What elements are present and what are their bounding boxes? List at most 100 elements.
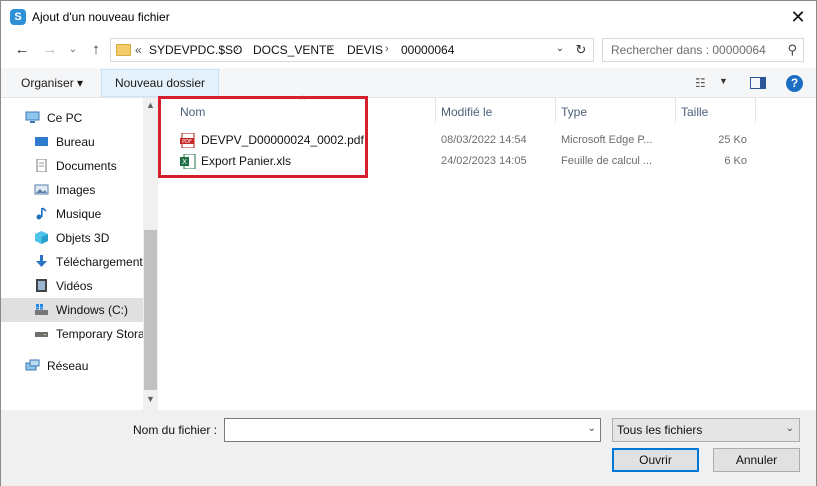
navigation-pane: Ce PC Bureau Documents Images Musique Ob… (1, 98, 158, 410)
title-bar: S Ajout d'un nouveau fichier ✕ (1, 1, 816, 33)
file-name: DEVPV_D00000024_0002.pdf (201, 133, 364, 147)
back-arrow-icon[interactable]: ← (13, 41, 31, 59)
breadcrumb-separator[interactable]: › (329, 43, 333, 55)
scrollbar-thumb[interactable] (144, 230, 157, 390)
search-icon: ⚲ (787, 42, 797, 57)
file-list: ^ Nom Modifié le Type Taille PDF DEVPV_D… (158, 95, 816, 410)
column-header-size[interactable]: Taille (681, 105, 708, 119)
breadcrumb-sydevpdc[interactable]: SYDEVPDC.$SO (149, 43, 242, 57)
sidebar-item-images[interactable]: Images (1, 178, 143, 202)
sidebar-item-documents[interactable]: Documents (1, 154, 143, 178)
sidebar-item-label: Téléchargements (56, 255, 143, 269)
address-overflow-indicator[interactable]: « (135, 43, 142, 57)
sidebar-item-reseau[interactable]: Réseau (1, 354, 143, 378)
open-button[interactable]: Ouvrir (612, 448, 699, 472)
sidebar-item-videos[interactable]: Vidéos (1, 274, 143, 298)
breadcrumb-separator[interactable]: › (235, 43, 239, 55)
breadcrumb-separator[interactable]: › (385, 43, 389, 55)
sidebar-item-label: Images (56, 183, 96, 197)
desktop-icon (35, 137, 48, 146)
drive-c-icon (35, 304, 48, 315)
sort-ascending-icon: ^ (300, 95, 305, 106)
help-icon[interactable]: ? (786, 75, 803, 92)
navigation-pane-scrollbar[interactable]: ▲ ▼ (143, 98, 158, 410)
sidebar-item-musique[interactable]: Musique (1, 202, 143, 226)
file-row[interactable]: PDF DEVPV_D00000024_0002.pdf 08/03/2022 … (158, 130, 758, 151)
sidebar-item-label: Bureau (56, 135, 95, 149)
file-size: 6 Ko (724, 155, 747, 167)
folder-icon (116, 44, 131, 56)
file-dialog-window: S Ajout d'un nouveau fichier ✕ ← → ⌄ ↑ «… (0, 0, 817, 486)
recent-locations-chevron-icon[interactable]: ⌄ (64, 41, 82, 59)
file-name: Export Panier.xls (201, 154, 292, 168)
file-row[interactable]: X Export Panier.xls 24/02/2023 14:05 Feu… (158, 151, 758, 172)
network-icon (25, 359, 40, 371)
window-title: Ajout d'un nouveau fichier (32, 10, 170, 24)
excel-icon: X (180, 154, 196, 169)
column-header-modified[interactable]: Modifié le (441, 105, 492, 119)
column-header-type[interactable]: Type (561, 105, 587, 119)
refresh-icon[interactable]: ↻ (573, 42, 589, 58)
up-arrow-icon[interactable]: ↑ (87, 41, 105, 59)
preview-pane-icon[interactable] (750, 77, 766, 89)
videos-icon (36, 279, 47, 292)
column-divider[interactable] (755, 98, 756, 123)
sidebar-item-bureau[interactable]: Bureau (1, 130, 143, 154)
sidebar-item-label: Documents (56, 159, 117, 173)
navigation-bar: ← → ⌄ ↑ « SYDEVPDC.$SO › DOCS_VENTE › DE… (1, 35, 816, 65)
search-placeholder: Rechercher dans : 00000064 (611, 43, 766, 57)
sidebar-item-ce-pc[interactable]: Ce PC (1, 106, 143, 130)
command-toolbar: Organiser ▾ Nouveau dossier ☷ ▼ ? (1, 68, 816, 98)
pdf-icon: PDF (180, 133, 195, 148)
documents-icon (36, 159, 47, 172)
chevron-down-icon[interactable]: ⌄ (588, 423, 596, 434)
filename-label: Nom du fichier : (133, 423, 218, 437)
sidebar-item-label: Temporary Storage (56, 327, 143, 341)
column-divider[interactable] (435, 98, 436, 123)
sidebar-item-label: Objets 3D (56, 231, 110, 245)
sidebar-item-objets-3d[interactable]: Objets 3D (1, 226, 143, 250)
objects3d-icon (35, 231, 48, 244)
chevron-down-icon[interactable]: ⌄ (786, 423, 794, 434)
sidebar-item-temporary-storage[interactable]: Temporary Storage (1, 322, 143, 346)
scroll-up-icon[interactable]: ▲ (146, 100, 155, 110)
sidebar-item-label: Windows (C:) (56, 303, 129, 317)
address-bar[interactable]: « SYDEVPDC.$SO › DOCS_VENTE › DEVIS › 00… (110, 38, 594, 62)
breadcrumb-docs-vente[interactable]: DOCS_VENTE (253, 43, 334, 57)
breadcrumb-00000064[interactable]: 00000064 (401, 43, 454, 57)
close-icon[interactable]: ✕ (788, 7, 808, 27)
column-divider[interactable] (675, 98, 676, 123)
file-type: Feuille de calcul ... (561, 155, 653, 167)
forward-arrow-icon[interactable]: → (41, 41, 59, 59)
music-icon (36, 207, 47, 220)
sidebar-item-windows-c[interactable]: Windows (C:) (1, 298, 143, 322)
sidebar-item-telechargements[interactable]: Téléchargements (1, 250, 143, 274)
file-modified: 24/02/2023 14:05 (441, 155, 527, 167)
column-header-name[interactable]: Nom (180, 105, 205, 119)
file-size: 25 Ko (718, 134, 747, 146)
sidebar-item-label: Réseau (47, 359, 89, 373)
filename-input[interactable]: ⌄ (224, 418, 601, 442)
chevron-down-icon[interactable]: ▼ (719, 76, 728, 86)
sidebar-item-label: Vidéos (56, 279, 93, 293)
column-divider[interactable] (555, 98, 556, 123)
organise-menu-button[interactable]: Organiser ▾ (21, 76, 83, 90)
svg-text:X: X (182, 158, 187, 166)
new-folder-button[interactable]: Nouveau dossier (101, 69, 219, 97)
breadcrumb-devis[interactable]: DEVIS (347, 43, 383, 57)
chevron-down-icon[interactable]: ⌄ (553, 43, 567, 54)
filter-selected-value: Tous les fichiers (617, 423, 703, 437)
view-options-icon[interactable]: ☷ (695, 76, 706, 90)
drive-icon (35, 332, 48, 337)
search-input[interactable]: Rechercher dans : 00000064 ⚲ (602, 38, 804, 62)
pc-icon (25, 111, 40, 123)
file-type-filter-select[interactable]: Tous les fichiers ⌄ (612, 418, 800, 442)
file-type: Microsoft Edge P... (561, 134, 653, 146)
sidebar-item-label: Ce PC (47, 111, 83, 125)
sidebar-item-label: Musique (56, 207, 102, 221)
cancel-button[interactable]: Annuler (713, 448, 800, 472)
svg-text:PDF: PDF (182, 139, 192, 145)
pictures-icon (34, 184, 49, 195)
scroll-down-icon[interactable]: ▼ (146, 394, 155, 404)
app-icon: S (10, 9, 26, 25)
